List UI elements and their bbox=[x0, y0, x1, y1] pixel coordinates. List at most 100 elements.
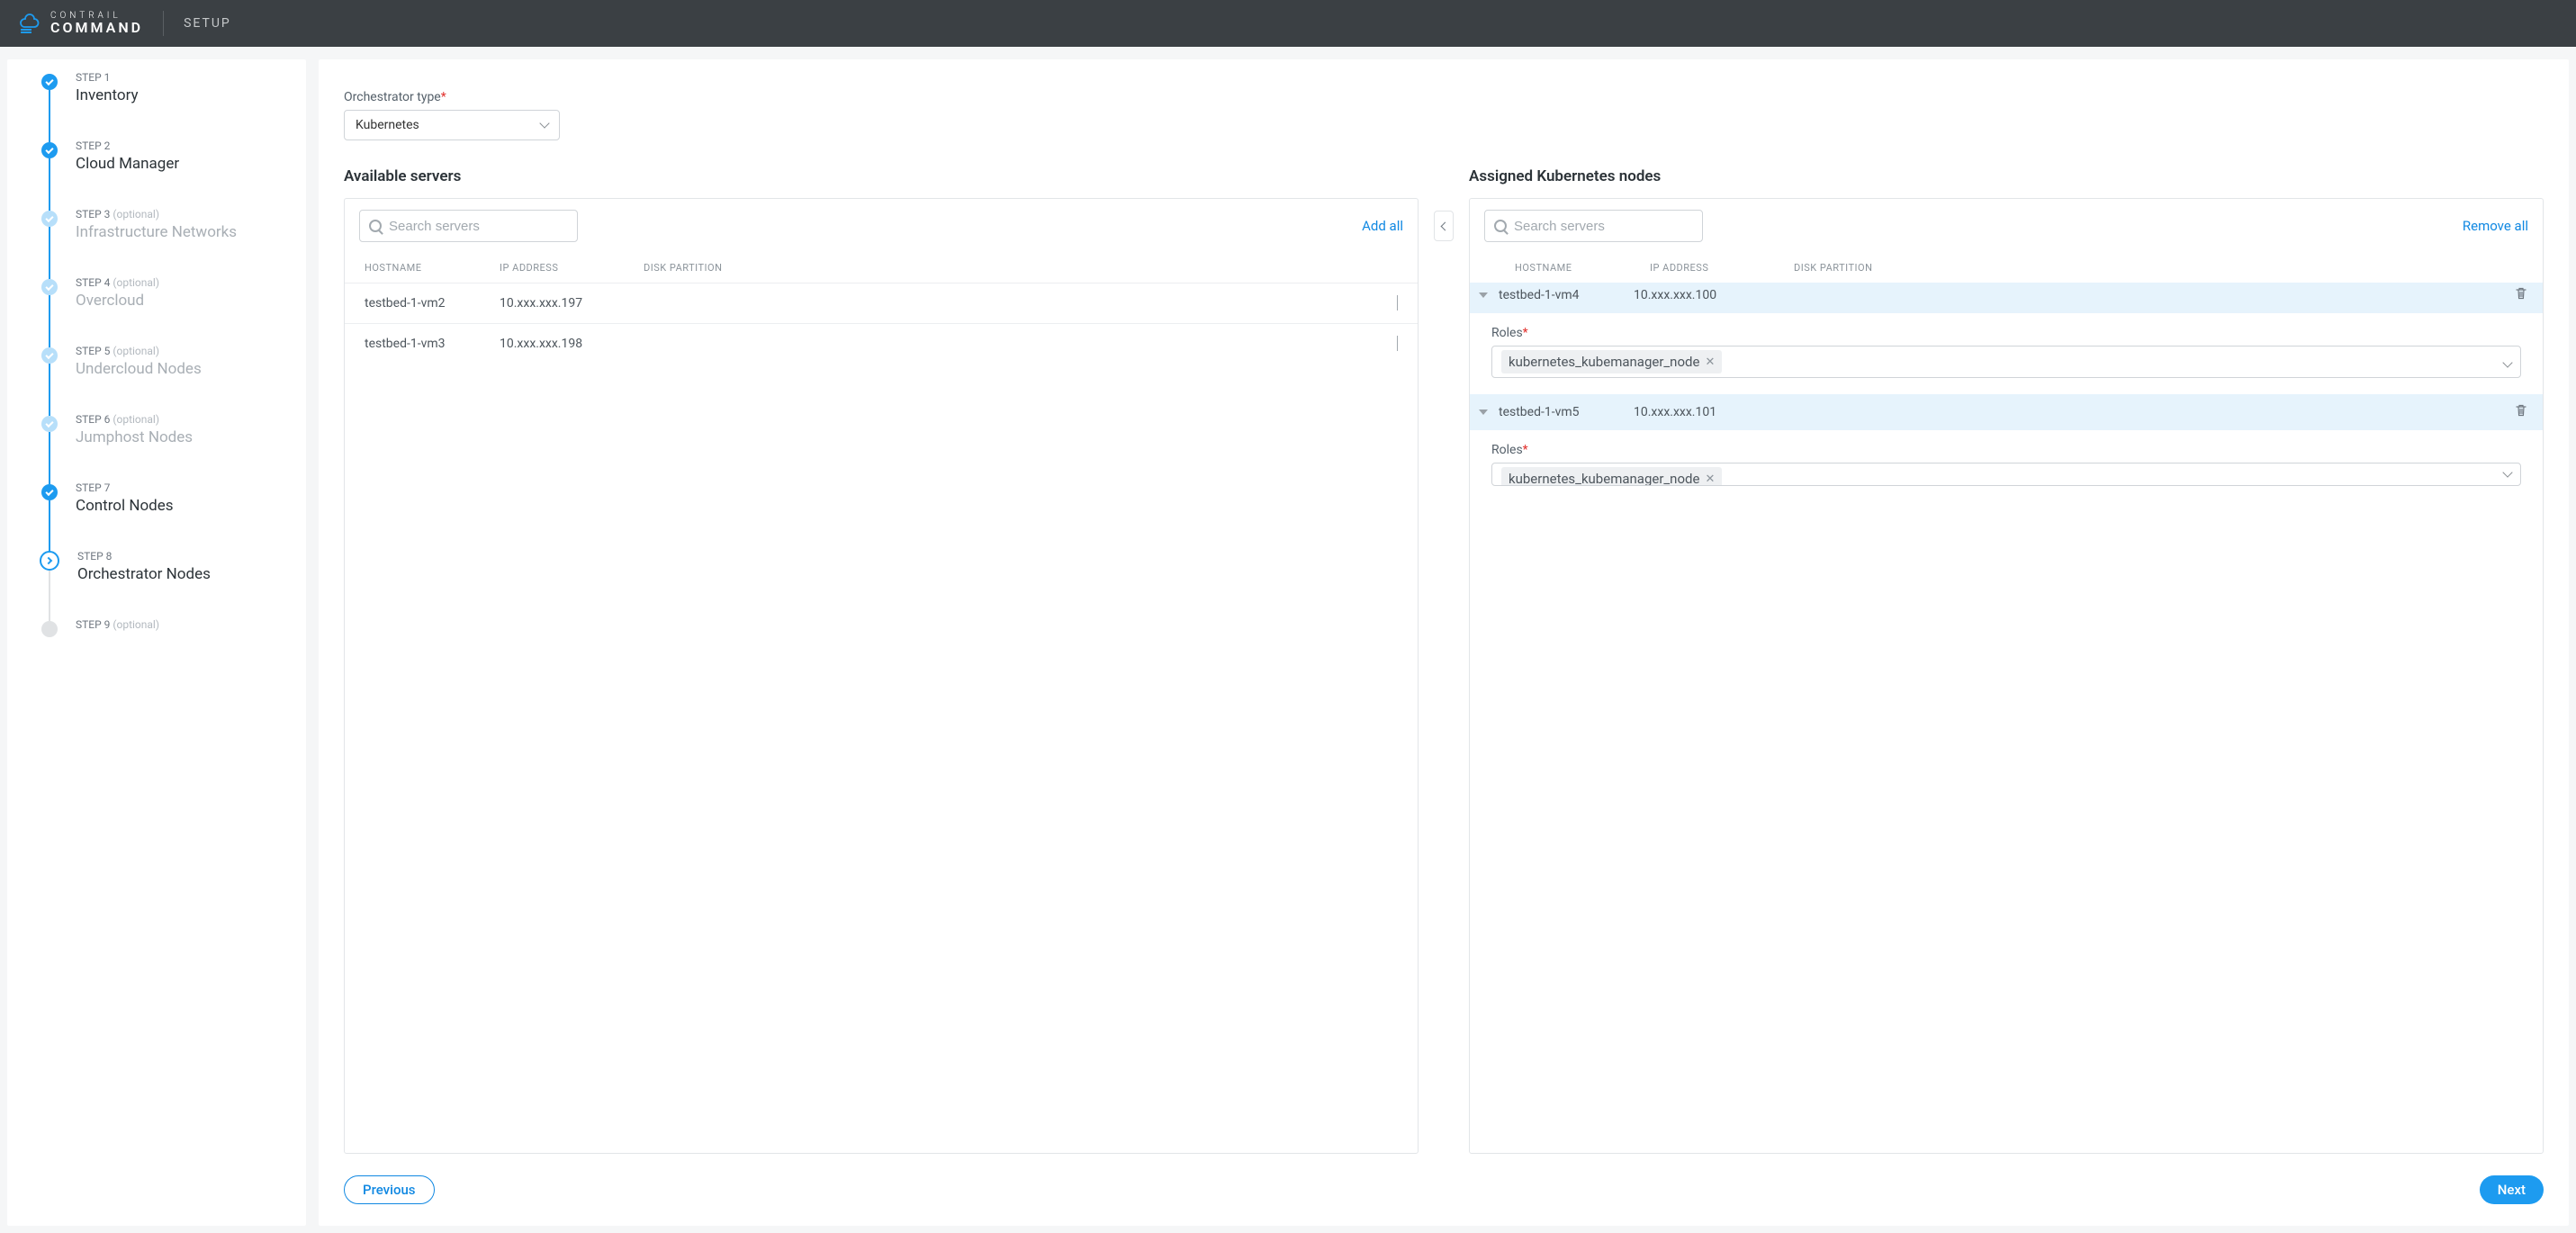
step-done-icon bbox=[41, 142, 58, 158]
trash-icon[interactable] bbox=[2514, 286, 2528, 304]
search-icon bbox=[369, 220, 382, 232]
orchestrator-type-select[interactable]: Kubernetes bbox=[344, 110, 560, 140]
main-panel: Orchestrator type* Kubernetes Available … bbox=[319, 59, 2569, 1226]
available-title: Available servers bbox=[344, 167, 1419, 185]
next-button[interactable]: Next bbox=[2480, 1175, 2544, 1204]
cell-hostname: testbed-1-vm3 bbox=[365, 337, 500, 351]
step-3[interactable]: STEP 3 (optional) Infrastructure Networks bbox=[7, 196, 306, 265]
orchestrator-type-label: Orchestrator type* bbox=[344, 90, 2544, 104]
step-title: Cloud Manager bbox=[76, 155, 179, 173]
step-title: Infrastructure Networks bbox=[76, 223, 237, 241]
roles-label: Roles* bbox=[1491, 443, 2521, 457]
step-done-icon bbox=[41, 416, 58, 432]
header-title: SETUP bbox=[184, 16, 231, 31]
trash-icon[interactable] bbox=[2514, 403, 2528, 421]
step-1[interactable]: STEP 1 Inventory bbox=[7, 59, 306, 128]
step-done-icon bbox=[41, 211, 58, 227]
role-tag-label: kubernetes_kubemanager_node bbox=[1509, 354, 1699, 370]
chevron-right-icon bbox=[1397, 295, 1398, 310]
step-title: Jumphost Nodes bbox=[76, 428, 193, 446]
assigned-node-row[interactable]: testbed-1-vm410.xxx.xxx.100 bbox=[1470, 283, 2543, 313]
chevron-down-icon bbox=[2502, 467, 2512, 477]
assigned-search-field[interactable] bbox=[1514, 219, 1693, 234]
roles-block: Roles* kubernetes_kubemanager_node ✕ bbox=[1470, 313, 2543, 394]
assigned-table-header: HOSTNAME IP ADDRESS DISK PARTITION bbox=[1470, 253, 2543, 283]
step-7[interactable]: STEP 7 Control Nodes bbox=[7, 470, 306, 538]
search-icon bbox=[1494, 220, 1507, 232]
cell-ip: 10.xxx.xxx.197 bbox=[500, 296, 644, 310]
step-label: STEP 3 (optional) bbox=[76, 208, 237, 220]
step-label: STEP 1 bbox=[76, 71, 139, 84]
roles-block: Roles* kubernetes_kubemanager_node✕ bbox=[1470, 430, 2543, 486]
step-done-icon bbox=[41, 484, 58, 500]
available-search-field[interactable] bbox=[389, 219, 568, 234]
chevron-down-icon bbox=[2502, 357, 2512, 367]
divider bbox=[163, 11, 164, 36]
step-title: Undercloud Nodes bbox=[76, 360, 202, 378]
col-partition: DISK PARTITION bbox=[644, 262, 1398, 274]
col-hostname: HOSTNAME bbox=[1515, 262, 1650, 274]
cell-ip: 10.xxx.xxx.198 bbox=[500, 337, 644, 351]
app-header: CONTRAIL COMMAND SETUP bbox=[0, 0, 2576, 47]
step-future-icon bbox=[41, 621, 58, 637]
assigned-nodes-panel: Assigned Kubernetes nodes Remove all HOS… bbox=[1469, 167, 2544, 1154]
available-search-input[interactable] bbox=[359, 210, 578, 242]
cell-hostname: testbed-1-vm4 bbox=[1499, 288, 1634, 302]
brand-logo: CONTRAIL COMMAND bbox=[14, 12, 143, 35]
caret-down-icon bbox=[1479, 410, 1488, 415]
wizard-footer: Previous Next bbox=[344, 1175, 2544, 1204]
col-ip: IP ADDRESS bbox=[500, 262, 644, 274]
assigned-search-input[interactable] bbox=[1484, 210, 1703, 242]
close-icon[interactable]: ✕ bbox=[1705, 356, 1715, 369]
step-done-icon bbox=[41, 74, 58, 90]
step-label: STEP 8 bbox=[77, 550, 211, 562]
caret-down-icon bbox=[1479, 292, 1488, 298]
step-2[interactable]: STEP 2Cloud Manager bbox=[7, 128, 306, 196]
step-nav: STEP 1InventorySTEP 2Cloud ManagerSTEP 3… bbox=[7, 59, 306, 1226]
cell-ip: 10.xxx.xxx.100 bbox=[1634, 288, 1778, 302]
step-label: STEP 5 (optional) bbox=[76, 345, 202, 357]
cell-hostname: testbed-1-vm5 bbox=[1499, 405, 1634, 419]
step-label: STEP 7 bbox=[76, 482, 174, 494]
chevron-down-icon bbox=[539, 118, 549, 128]
cloud-rack-icon bbox=[14, 13, 41, 34]
panel-collapse-area bbox=[1433, 167, 1455, 1154]
roles-select[interactable]: kubernetes_kubemanager_node✕ bbox=[1491, 463, 2521, 486]
role-tag: kubernetes_kubemanager_node ✕ bbox=[1501, 350, 1722, 374]
step-title: Control Nodes bbox=[76, 497, 174, 515]
roles-label: Roles* bbox=[1491, 326, 2521, 340]
col-partition: DISK PARTITION bbox=[1794, 262, 2523, 274]
step-5[interactable]: STEP 5 (optional) Undercloud Nodes bbox=[7, 333, 306, 401]
table-row[interactable]: testbed-1-vm210.xxx.xxx.197 bbox=[345, 283, 1418, 323]
role-tag: kubernetes_kubemanager_node✕ bbox=[1501, 467, 1722, 486]
step-label: STEP 9 (optional) bbox=[76, 618, 159, 631]
orchestrator-type-value: Kubernetes bbox=[356, 118, 419, 132]
step-done-icon bbox=[41, 279, 58, 295]
assigned-node-row[interactable]: testbed-1-vm510.xxx.xxx.101 bbox=[1470, 394, 2543, 430]
step-8[interactable]: STEP 8 Orchestrator Nodes bbox=[7, 538, 306, 607]
brand-text-2: COMMAND bbox=[50, 21, 143, 35]
previous-button[interactable]: Previous bbox=[344, 1175, 435, 1204]
step-label: STEP 4 (optional) bbox=[76, 276, 159, 289]
collapse-toggle-button[interactable] bbox=[1434, 211, 1454, 241]
cell-hostname: testbed-1-vm2 bbox=[365, 296, 500, 310]
roles-select[interactable]: kubernetes_kubemanager_node ✕ bbox=[1491, 346, 2521, 378]
step-6[interactable]: STEP 6 (optional) Jumphost Nodes bbox=[7, 401, 306, 470]
step-title: Inventory bbox=[76, 86, 139, 104]
add-all-link[interactable]: Add all bbox=[1362, 218, 1403, 234]
cell-ip: 10.xxx.xxx.101 bbox=[1634, 405, 1778, 419]
remove-all-link[interactable]: Remove all bbox=[2463, 218, 2528, 234]
col-hostname: HOSTNAME bbox=[365, 262, 500, 274]
chevron-right-icon bbox=[1397, 336, 1398, 351]
step-current-icon bbox=[40, 551, 59, 571]
step-4[interactable]: STEP 4 (optional)Overcloud bbox=[7, 265, 306, 333]
step-title: Orchestrator Nodes bbox=[77, 565, 211, 583]
assigned-title: Assigned Kubernetes nodes bbox=[1469, 167, 2544, 185]
available-table-header: HOSTNAME IP ADDRESS DISK PARTITION bbox=[345, 253, 1418, 283]
close-icon[interactable]: ✕ bbox=[1705, 472, 1715, 486]
step-label: STEP 6 (optional) bbox=[76, 413, 193, 426]
chevron-left-icon bbox=[1441, 221, 1450, 230]
table-row[interactable]: testbed-1-vm310.xxx.xxx.198 bbox=[345, 323, 1418, 364]
step-9[interactable]: STEP 9 (optional) bbox=[7, 607, 306, 675]
col-ip: IP ADDRESS bbox=[1650, 262, 1794, 274]
